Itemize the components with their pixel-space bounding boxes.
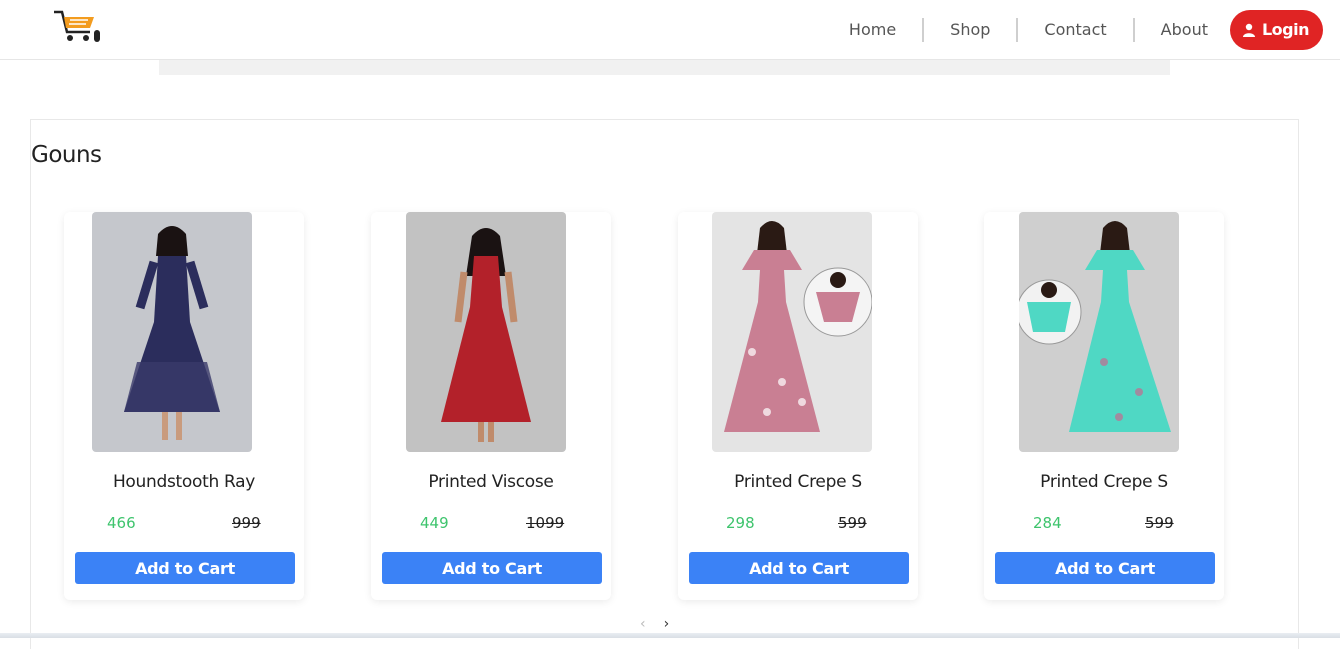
product-mrp: 1099 (526, 514, 565, 532)
product-card[interactable]: Printed Viscose 449 1099 Add to Cart (371, 212, 611, 600)
section-title: Gouns (31, 142, 102, 168)
carousel-nav: ‹ › (640, 616, 669, 632)
add-to-cart-button[interactable]: Add to Cart (995, 552, 1215, 584)
product-image[interactable] (406, 212, 566, 452)
nav-about-link[interactable]: About (1135, 18, 1230, 42)
product-mrp: 599 (1145, 514, 1174, 532)
hero-strip (159, 60, 1170, 75)
product-name[interactable]: Houndstooth Ray (64, 472, 304, 492)
product-price: 466 (107, 514, 136, 532)
product-price: 284 (1033, 514, 1062, 532)
product-mrp: 999 (232, 514, 261, 532)
product-name[interactable]: Printed Viscose (371, 472, 611, 492)
nav-contact-link[interactable]: Contact (1018, 17, 1135, 42)
chevron-right-icon[interactable]: › (664, 616, 670, 632)
add-to-cart-button[interactable]: Add to Cart (75, 552, 295, 584)
nav-shop-link[interactable]: Shop (924, 17, 1019, 42)
product-image[interactable] (1019, 212, 1179, 452)
user-icon (1242, 23, 1255, 37)
login-button[interactable]: Login (1229, 9, 1323, 50)
product-card[interactable]: Houndstooth Ray 466 999 Add to Cart (64, 212, 304, 600)
nav-links: Home Shop Contact About Login (823, 9, 1323, 50)
product-card[interactable]: Printed Crepe S 284 599 Add to Cart (984, 212, 1224, 600)
product-image[interactable] (712, 212, 872, 452)
dress-top (154, 256, 190, 322)
navbar: Home Shop Contact About Login (0, 0, 1340, 60)
window-bottom-edge (0, 633, 1340, 638)
login-label: Login (1261, 20, 1310, 39)
product-mrp: 599 (838, 514, 867, 532)
product-image[interactable] (92, 212, 252, 452)
add-to-cart-button[interactable]: Add to Cart (382, 552, 602, 584)
add-to-cart-button[interactable]: Add to Cart (689, 552, 909, 584)
product-card[interactable]: Printed Crepe S 298 599 Add to Cart (678, 212, 918, 600)
cart-logo-icon[interactable] (50, 6, 104, 46)
product-price: 298 (726, 514, 755, 532)
product-name[interactable]: Printed Crepe S (678, 472, 918, 492)
product-price: 449 (420, 514, 449, 532)
nav-home-link[interactable]: Home (823, 17, 925, 42)
chevron-left-icon[interactable]: ‹ (640, 616, 646, 632)
product-name[interactable]: Printed Crepe S (984, 472, 1224, 492)
product-section: Gouns Houndstooth Ray 466 999 Add to Car… (30, 119, 1299, 649)
